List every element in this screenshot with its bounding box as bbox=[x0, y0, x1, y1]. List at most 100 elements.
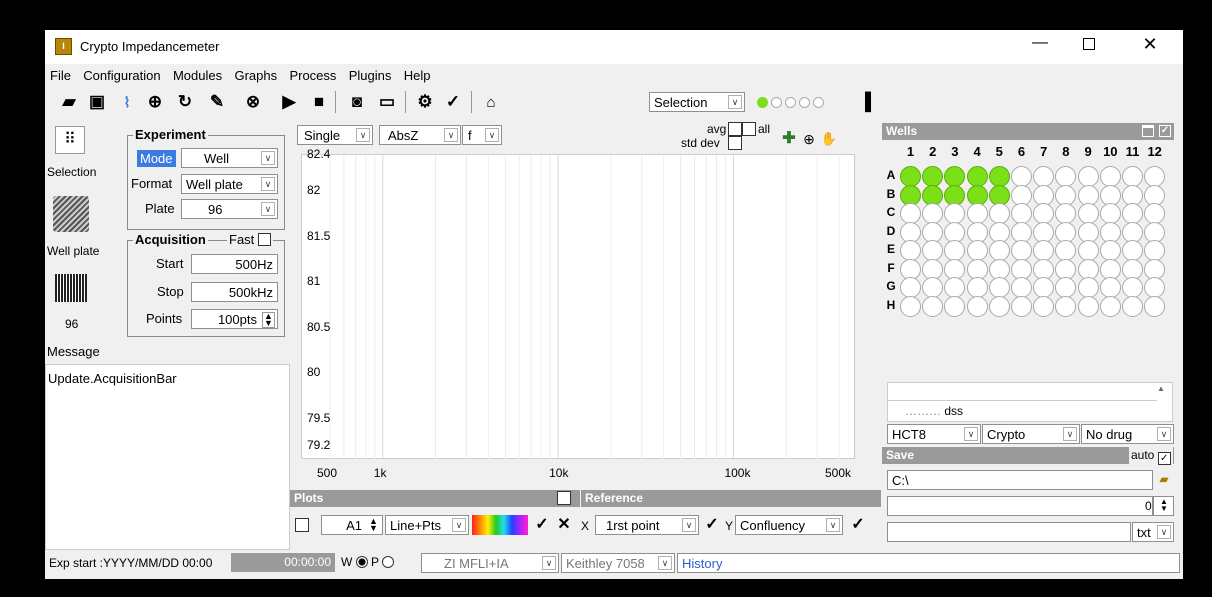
well-C7[interactable] bbox=[1033, 203, 1055, 224]
well-C1[interactable] bbox=[900, 203, 921, 224]
well-E1[interactable] bbox=[900, 240, 921, 261]
well-A3[interactable] bbox=[944, 166, 966, 187]
x-reference-dropdown[interactable]: 1rst point ∨ bbox=[595, 515, 699, 535]
crosshair-icon[interactable]: ✚ bbox=[780, 130, 798, 148]
device2-dropdown[interactable]: Keithley 7058 ∨ bbox=[561, 553, 675, 573]
fast-toggle[interactable]: Fast bbox=[227, 232, 273, 247]
well-column-header[interactable]: 4 bbox=[968, 144, 987, 159]
points-input[interactable]: 100pts ▲ ▼ bbox=[191, 309, 278, 329]
well-H6[interactable] bbox=[1011, 295, 1032, 317]
p-radio-icon[interactable] bbox=[382, 556, 395, 568]
open-folder-icon[interactable]: ▰ bbox=[57, 91, 81, 113]
plot-visible-checkbox[interactable] bbox=[295, 518, 309, 532]
counter-spinner-icon[interactable]: ▲ ▼ bbox=[1160, 498, 1168, 513]
well-column-header[interactable]: 7 bbox=[1034, 144, 1053, 159]
y-reference-dropdown[interactable]: Confluency ∨ bbox=[735, 515, 843, 535]
play-icon[interactable]: ▶ bbox=[277, 91, 301, 113]
map-icon[interactable]: ⌂ bbox=[479, 91, 503, 113]
mode-select[interactable]: Selection ∨ bbox=[649, 92, 745, 112]
well-G3[interactable] bbox=[944, 277, 966, 298]
well-H4[interactable] bbox=[966, 295, 988, 317]
well-row-header[interactable]: G bbox=[884, 279, 898, 293]
well-H3[interactable] bbox=[944, 295, 966, 317]
well-G12[interactable] bbox=[1144, 277, 1166, 298]
type-dropdown[interactable]: Crypto ∨ bbox=[982, 424, 1080, 444]
confirm-icon[interactable]: ✓ bbox=[532, 515, 552, 535]
menu-plugins[interactable]: Plugins bbox=[344, 64, 396, 83]
well-H10[interactable] bbox=[1099, 295, 1121, 317]
signal-icon[interactable]: ⌇ bbox=[115, 91, 139, 113]
well-column-header[interactable]: 9 bbox=[1079, 144, 1098, 159]
well-row-header[interactable]: D bbox=[884, 224, 898, 238]
well-column-header[interactable]: 5 bbox=[990, 144, 1009, 159]
panel-icon[interactable]: ▌ bbox=[863, 91, 879, 113]
well-E7[interactable] bbox=[1033, 240, 1055, 261]
plate96-icon[interactable] bbox=[55, 274, 87, 302]
well-H1[interactable] bbox=[900, 295, 921, 317]
well-E5[interactable] bbox=[988, 240, 1010, 261]
avg-checkbox[interactable] bbox=[728, 122, 742, 136]
wells-window-icon[interactable] bbox=[1142, 125, 1154, 137]
save-icon[interactable]: ▣ bbox=[85, 91, 109, 113]
camera-icon[interactable]: ◙ bbox=[345, 91, 369, 113]
well-H2[interactable] bbox=[922, 295, 944, 317]
well-G11[interactable] bbox=[1122, 277, 1143, 298]
well-H5[interactable] bbox=[988, 295, 1010, 317]
well-column-header[interactable]: 10 bbox=[1101, 144, 1120, 159]
well-column-header[interactable]: 3 bbox=[945, 144, 964, 159]
maximize-button[interactable] bbox=[1083, 38, 1095, 50]
f-dropdown[interactable]: f ∨ bbox=[462, 125, 502, 145]
menu-help[interactable]: Help bbox=[399, 64, 435, 83]
well-A1[interactable] bbox=[900, 166, 921, 187]
stop-icon[interactable]: ■ bbox=[307, 91, 331, 113]
all-checkbox[interactable] bbox=[742, 122, 756, 136]
y-confirm-icon[interactable]: ✓ bbox=[848, 515, 868, 535]
well-row-header[interactable]: E bbox=[884, 242, 898, 256]
save-name-input[interactable] bbox=[887, 496, 1153, 516]
well-C8[interactable] bbox=[1055, 203, 1077, 224]
zoom-tool-icon[interactable]: ⊕ bbox=[800, 130, 818, 148]
well-C10[interactable] bbox=[1099, 203, 1121, 224]
wellplate-label[interactable]: Well plate bbox=[47, 244, 99, 258]
drug-dropdown[interactable]: No drug ∨ bbox=[1081, 424, 1174, 444]
well-A6[interactable] bbox=[1011, 166, 1032, 187]
well-C11[interactable] bbox=[1122, 203, 1143, 224]
well-C4[interactable] bbox=[966, 203, 988, 224]
well-C9[interactable] bbox=[1077, 203, 1099, 224]
well-G4[interactable] bbox=[966, 277, 988, 298]
well-A5[interactable] bbox=[988, 166, 1010, 187]
well-E11[interactable] bbox=[1122, 240, 1143, 261]
fast-checkbox[interactable] bbox=[257, 233, 271, 246]
well-A11[interactable] bbox=[1122, 166, 1143, 187]
well-column-header[interactable]: 6 bbox=[1012, 144, 1031, 159]
well-E2[interactable] bbox=[922, 240, 944, 261]
wellplate-icon[interactable] bbox=[53, 196, 89, 232]
stddev-checkbox[interactable] bbox=[728, 136, 742, 150]
browse-folder-icon[interactable]: ▰ bbox=[1155, 472, 1173, 490]
save-path-input[interactable]: C:\ bbox=[887, 470, 1153, 490]
wrench-icon[interactable]: ✓ bbox=[441, 91, 465, 113]
pan-hand-icon[interactable]: ✋ bbox=[820, 130, 838, 148]
auto-checkbox[interactable]: ✓ bbox=[1157, 452, 1171, 465]
menu-modules[interactable]: Modules bbox=[168, 64, 226, 83]
ext-dropdown[interactable]: txt ∨ bbox=[1132, 522, 1174, 542]
menu-process[interactable]: Process bbox=[284, 64, 340, 83]
save-note-input[interactable] bbox=[887, 522, 1131, 542]
menu-file[interactable]: File bbox=[45, 64, 75, 83]
well-E3[interactable] bbox=[944, 240, 966, 261]
well-C5[interactable] bbox=[988, 203, 1010, 224]
wp-selector[interactable]: W P bbox=[341, 555, 395, 569]
plate96-label[interactable]: 96 bbox=[65, 317, 78, 331]
well-row-header[interactable]: F bbox=[884, 261, 898, 275]
well-row-header[interactable]: B bbox=[884, 187, 898, 201]
menu-graphs[interactable]: Graphs bbox=[229, 64, 281, 83]
well-G1[interactable] bbox=[900, 277, 921, 298]
well-A7[interactable] bbox=[1033, 166, 1055, 187]
well-A4[interactable] bbox=[966, 166, 988, 187]
well-H8[interactable] bbox=[1055, 295, 1077, 317]
absz-dropdown[interactable]: AbsZ ∨ bbox=[379, 125, 461, 145]
well-column-header[interactable]: 2 bbox=[923, 144, 942, 159]
start-input[interactable]: 500Hz bbox=[191, 254, 278, 274]
well-column-header[interactable]: 12 bbox=[1145, 144, 1164, 159]
style-dropdown[interactable]: Line+Pts ∨ bbox=[385, 515, 469, 535]
